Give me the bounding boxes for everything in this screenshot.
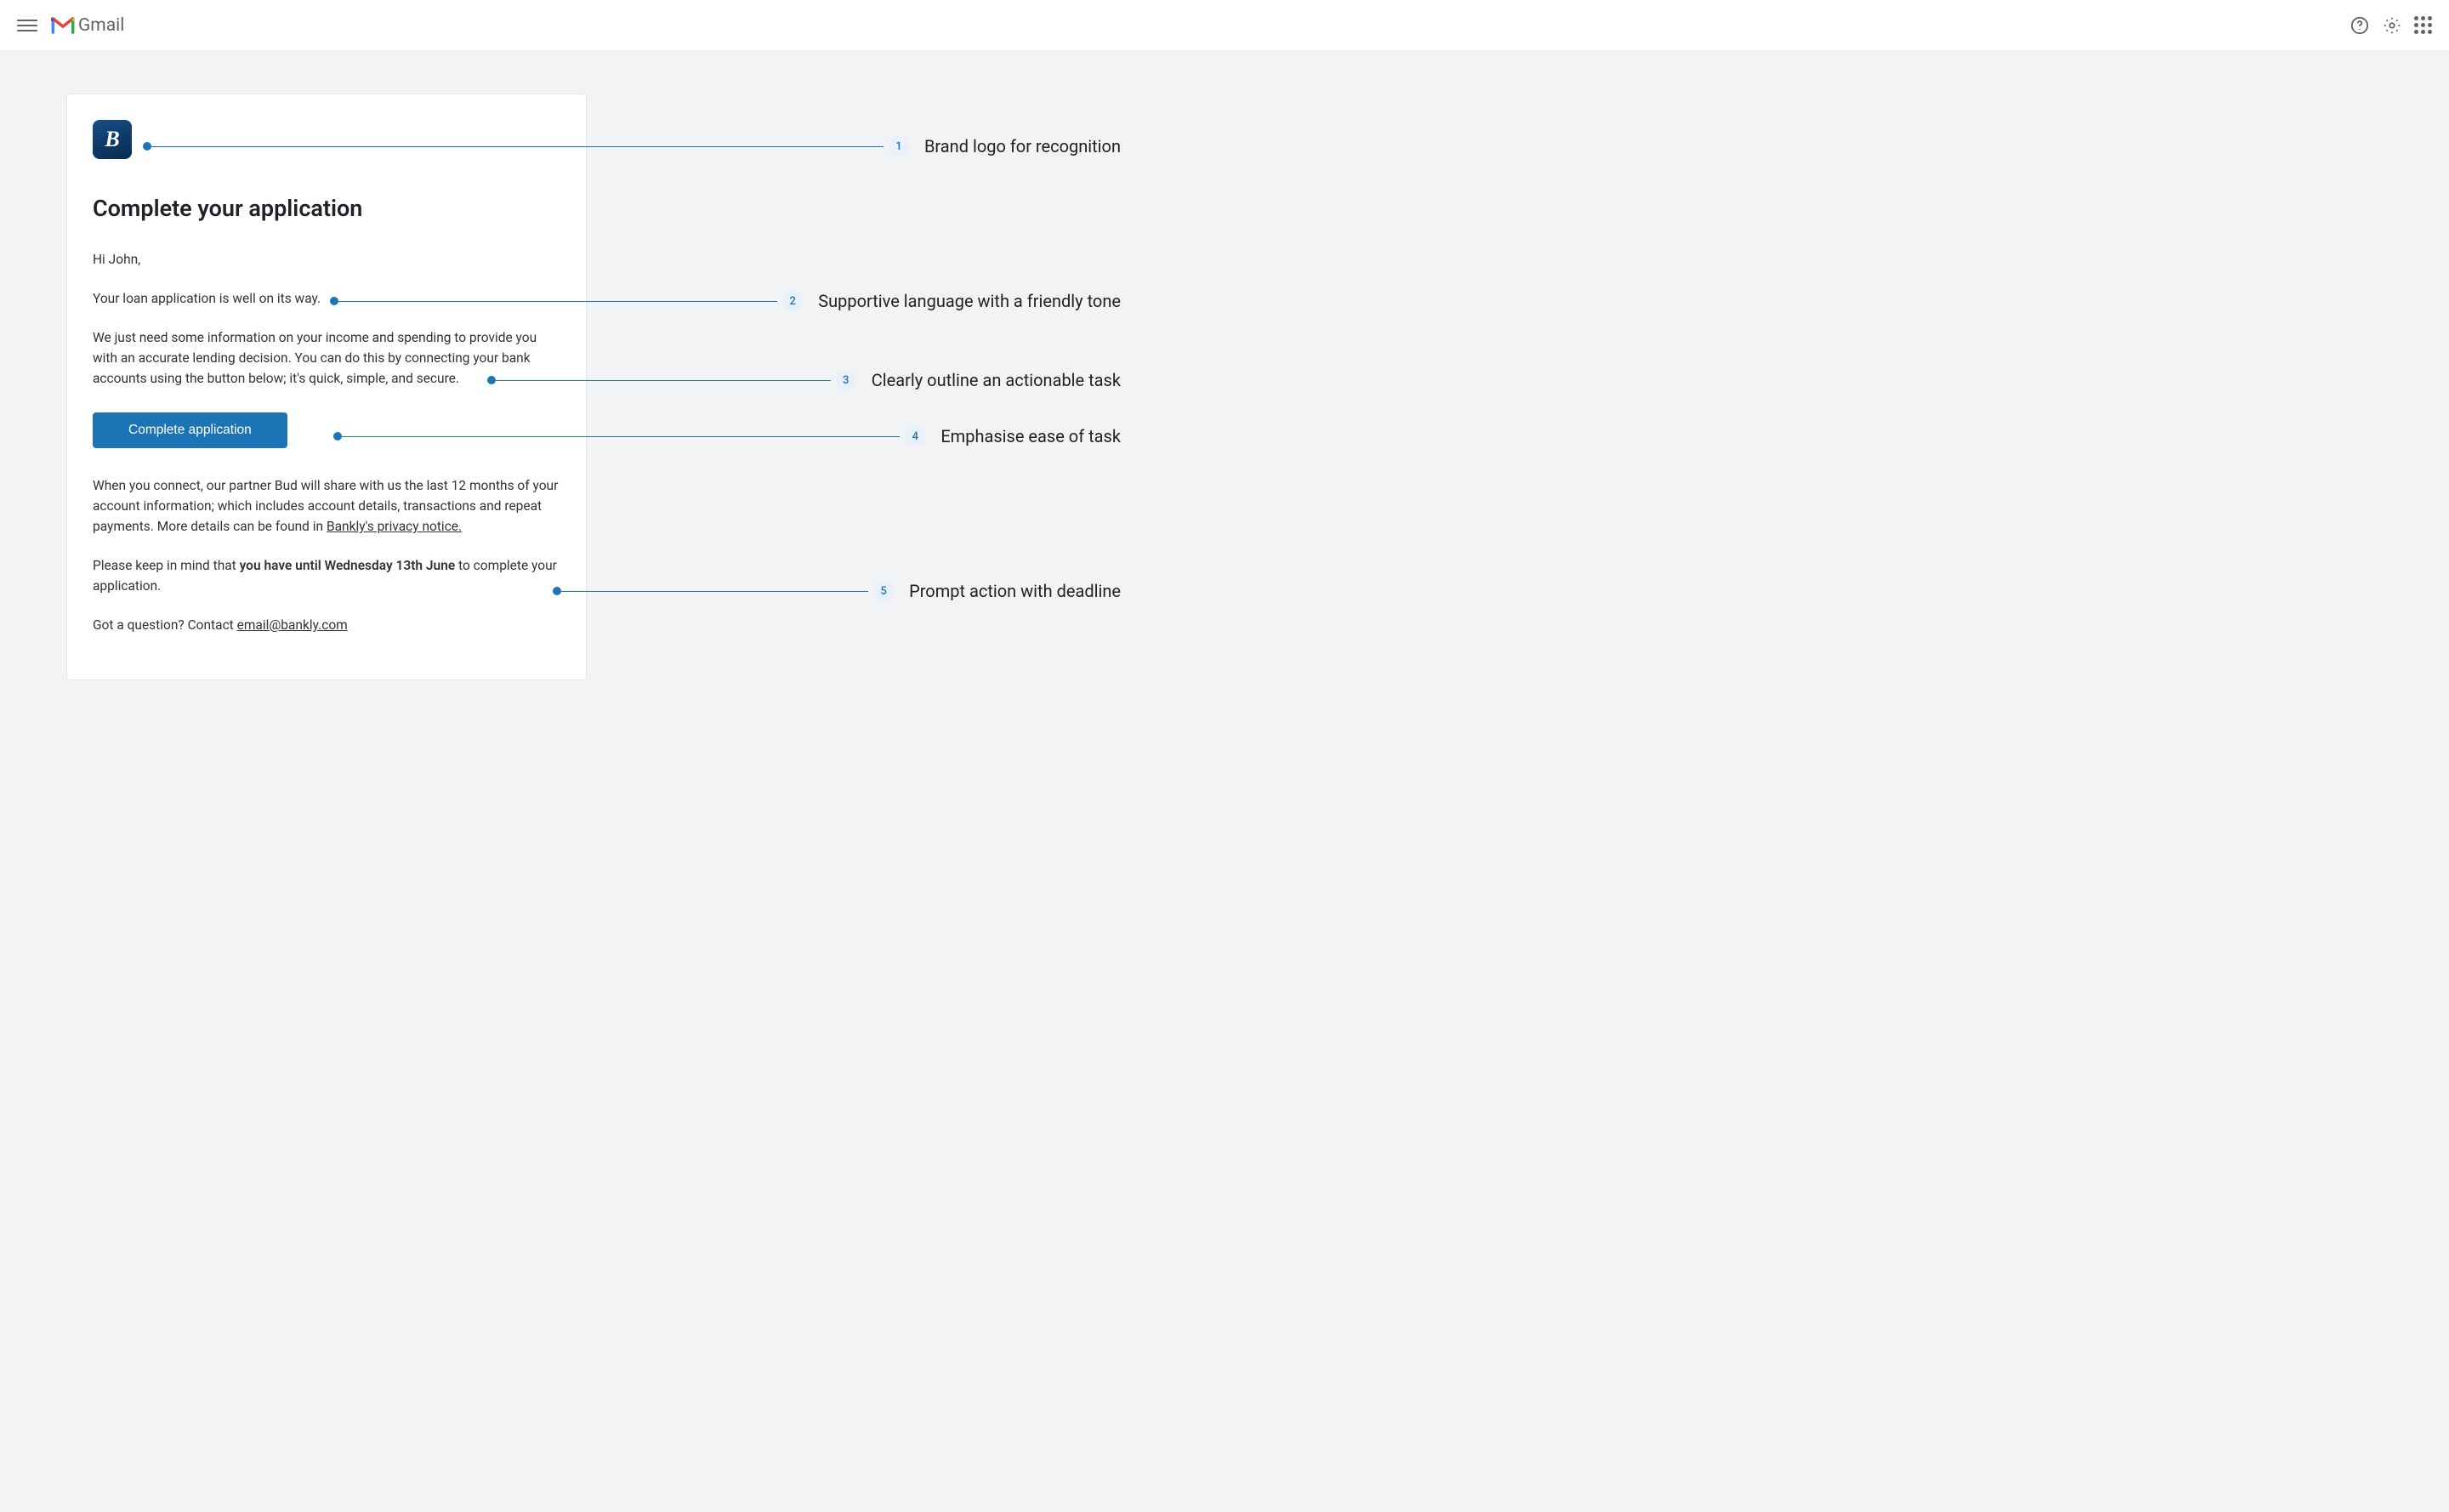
contact-line: Got a question? Contact email@bankly.com bbox=[93, 615, 560, 635]
annotation-number: 4 bbox=[905, 426, 925, 446]
complete-application-button[interactable]: Complete application bbox=[93, 412, 287, 448]
page-body: B Complete your application Hi John, You… bbox=[0, 51, 2449, 1512]
annotation-text: Brand logo for recognition bbox=[924, 136, 1121, 156]
header-left: Gmail bbox=[17, 15, 124, 36]
gmail-m-icon bbox=[51, 16, 75, 35]
contact-email-link[interactable]: email@bankly.com bbox=[237, 617, 348, 633]
contact-pre: Got a question? Contact bbox=[93, 617, 237, 633]
gmail-logo[interactable]: Gmail bbox=[51, 15, 124, 36]
annotation-number: 3 bbox=[836, 370, 856, 390]
deadline-pre: Please keep in mind that bbox=[93, 558, 240, 573]
task-description: We just need some information on your in… bbox=[93, 327, 560, 389]
deadline-paragraph: Please keep in mind that you have until … bbox=[93, 555, 560, 596]
annotation-text: Supportive language with a friendly tone bbox=[818, 291, 1121, 311]
deadline-bold: you have until Wednesday 13th June bbox=[240, 558, 456, 573]
details-paragraph: When you connect, our partner Bud will s… bbox=[93, 475, 560, 537]
annotation-number: 1 bbox=[889, 136, 909, 156]
app-name: Gmail bbox=[78, 15, 124, 36]
annotation-5: 5 Prompt action with deadline bbox=[553, 581, 1121, 601]
google-apps-icon[interactable] bbox=[2414, 16, 2432, 34]
email-title: Complete your application bbox=[93, 195, 560, 222]
menu-icon[interactable] bbox=[17, 15, 37, 36]
email-card: B Complete your application Hi John, You… bbox=[66, 94, 587, 680]
annotation-text: Emphasise ease of task bbox=[940, 426, 1121, 446]
help-icon[interactable] bbox=[2350, 15, 2370, 36]
details-text: When you connect, our partner Bud will s… bbox=[93, 478, 558, 534]
annotation-number: 5 bbox=[873, 581, 894, 601]
annotation-line bbox=[561, 591, 868, 592]
email-body: Hi John, Your loan application is well o… bbox=[93, 249, 560, 635]
gmail-header: Gmail bbox=[0, 0, 2449, 51]
settings-gear-icon[interactable] bbox=[2382, 15, 2402, 36]
privacy-notice-link[interactable]: Bankly's privacy notice. bbox=[327, 519, 462, 534]
annotation-text: Clearly outline an actionable task bbox=[872, 370, 1121, 390]
greeting: Hi John, bbox=[93, 249, 560, 270]
annotation-number: 2 bbox=[782, 291, 803, 311]
intro-line: Your loan application is well on its way… bbox=[93, 288, 560, 309]
brand-logo-icon: B bbox=[93, 120, 132, 159]
annotation-text: Prompt action with deadline bbox=[909, 581, 1121, 601]
header-right bbox=[2350, 15, 2432, 36]
